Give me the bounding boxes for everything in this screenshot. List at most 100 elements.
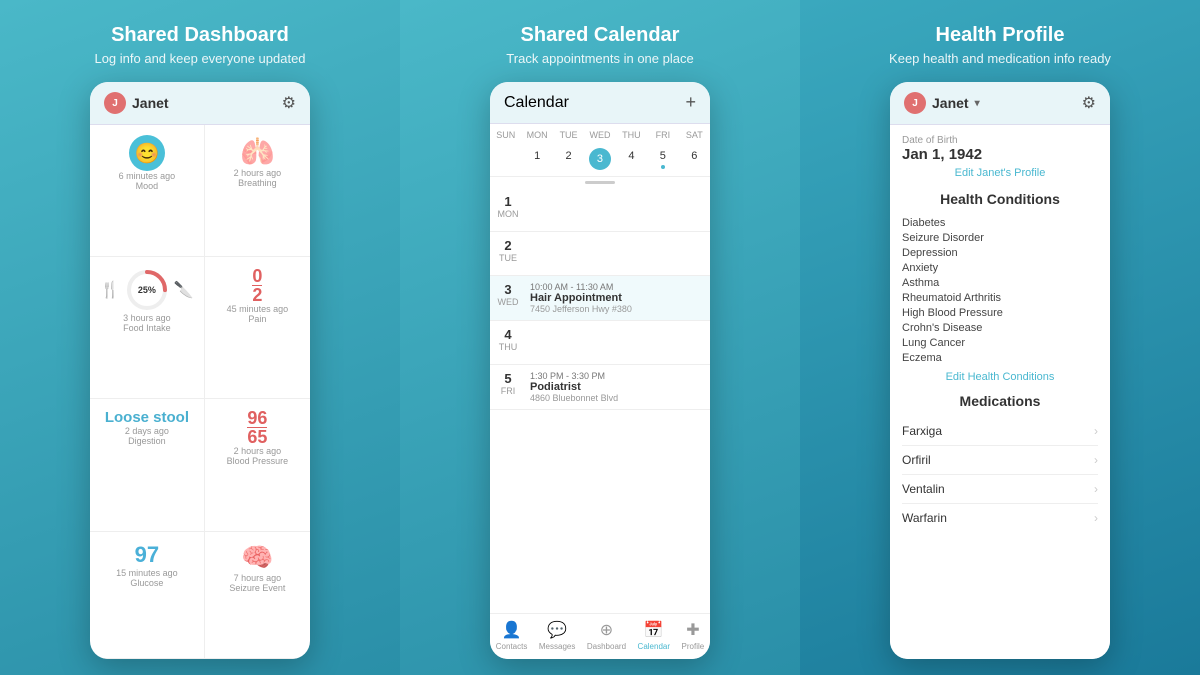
pain-time: 45 minutes ago <box>227 304 289 314</box>
calendar-body: 1 MON 2 TUE 3 WED 10:00 AM - 11:30 AM <box>490 188 710 613</box>
panel3-title: Health Profile <box>936 24 1065 47</box>
condition-diabetes: Diabetes <box>902 215 1098 230</box>
med-warfarin-name: Warfarin <box>902 511 947 525</box>
cal-row-3[interactable]: 3 WED 10:00 AM - 11:30 AM Hair Appointme… <box>490 276 710 321</box>
mood-cell[interactable]: 😊 6 minutes ago Mood <box>90 125 205 257</box>
nav-profile[interactable]: ✚ Profile <box>682 620 705 651</box>
seizure-icon: 🧠 <box>241 542 273 573</box>
panel3-subtitle: Keep health and medication info ready <box>889 51 1111 66</box>
cal-date-1[interactable]: 1 <box>521 148 552 170</box>
dashboard-header: J Janet ⚙ <box>90 82 310 125</box>
condition-eczema: Eczema <box>902 350 1098 365</box>
calendar-weekdays: SUN MON TUE WED THU FRI SAT <box>490 124 710 146</box>
username: Janet <box>132 95 169 111</box>
cal-day-weekday-4: THU <box>494 342 522 352</box>
event-2-title: Podiatrist <box>530 381 706 393</box>
health-username: Janet <box>932 95 969 111</box>
nav-profile-label: Profile <box>682 642 705 651</box>
cal-date-6[interactable]: 6 <box>679 148 710 170</box>
med-ventalin[interactable]: Ventalin › <box>902 475 1098 504</box>
nav-dashboard[interactable]: ⊕ Dashboard <box>587 620 626 651</box>
health-profile-body: Date of Birth Jan 1, 1942 Edit Janet's P… <box>890 125 1110 659</box>
mood-icon: 😊 <box>129 135 165 171</box>
nav-calendar[interactable]: 📅 Calendar <box>638 620 670 651</box>
cal-date-4[interactable]: 4 <box>616 148 647 170</box>
bp-value: 96 65 <box>247 409 267 446</box>
add-event-button[interactable]: + <box>685 92 696 113</box>
panel1-title: Shared Dashboard <box>111 24 289 47</box>
digestion-time: 2 days ago <box>125 426 169 436</box>
panel2-title: Shared Calendar <box>521 24 680 47</box>
weekday-tue: TUE <box>553 128 584 142</box>
cal-row-2-content <box>526 232 710 275</box>
food-row: 🍴 25% 🔪 <box>100 267 194 313</box>
mood-label: Mood <box>136 181 159 191</box>
food-time: 3 hours ago <box>123 313 171 323</box>
profile-icon: ✚ <box>686 620 699 640</box>
med-warfarin[interactable]: Warfarin › <box>902 504 1098 532</box>
glucose-cell[interactable]: 97 15 minutes ago Glucose <box>90 532 205 659</box>
cal-row-5[interactable]: 5 FRI 1:30 PM - 3:30 PM Podiatrist 4860 … <box>490 365 710 410</box>
bp-cell[interactable]: 96 65 2 hours ago Blood Pressure <box>205 399 310 532</box>
cal-date-3[interactable]: 3 <box>589 148 611 170</box>
cal-row-1: 1 MON <box>490 188 710 232</box>
pain-numerator: 0 <box>252 267 262 286</box>
cal-date-2[interactable]: 2 <box>553 148 584 170</box>
condition-depression: Depression <box>902 245 1098 260</box>
edit-profile-link[interactable]: Edit Janet's Profile <box>902 167 1098 179</box>
food-cell[interactable]: 🍴 25% 🔪 3 hours ago Food Intake <box>90 257 205 399</box>
cal-date-5[interactable]: 5 <box>647 148 678 170</box>
seizure-cell[interactable]: 🧠 7 hours ago Seizure Event <box>205 532 310 659</box>
conditions-title: Health Conditions <box>902 191 1098 207</box>
bp-diastolic: 65 <box>247 428 267 446</box>
condition-hbp: High Blood Pressure <box>902 305 1098 320</box>
event-1-title: Hair Appointment <box>530 292 706 304</box>
event-2-time: 1:30 PM - 3:30 PM <box>530 371 706 381</box>
med-orfiril-name: Orfiril <box>902 453 931 467</box>
breathing-label: Breathing <box>238 178 277 188</box>
weekday-sat: SAT <box>679 128 710 142</box>
cal-day-num-2: 2 <box>494 238 522 253</box>
health-gear-icon[interactable]: ⚙ <box>1082 93 1096 113</box>
contacts-icon: 👤 <box>502 620 522 640</box>
health-avatar: J <box>904 92 926 114</box>
medications-title: Medications <box>902 393 1098 409</box>
dashboard-grid: 😊 6 minutes ago Mood 🫁 2 hours ago Breat… <box>90 125 310 659</box>
dashboard-header-title: J Janet <box>104 92 169 114</box>
farxiga-chevron: › <box>1094 424 1098 438</box>
cal-day-weekday-3: WED <box>494 297 522 307</box>
nav-messages-label: Messages <box>539 642 575 651</box>
fork-icon: 🍴 <box>100 280 120 300</box>
pain-cell[interactable]: 0 2 45 minutes ago Pain <box>205 257 310 399</box>
event-2-location: 4860 Bluebonnet Blvd <box>530 393 706 403</box>
warfarin-chevron: › <box>1094 511 1098 525</box>
health-profile-panel: Health Profile Keep health and medicatio… <box>800 0 1200 675</box>
conditions-list: Diabetes Seizure Disorder Depression Anx… <box>902 215 1098 365</box>
med-farxiga[interactable]: Farxiga › <box>902 417 1098 446</box>
glucose-value: 97 <box>135 542 159 568</box>
edit-conditions-link[interactable]: Edit Health Conditions <box>902 371 1098 383</box>
pain-label: Pain <box>248 314 266 324</box>
dob-value: Jan 1, 1942 <box>902 146 1098 163</box>
seizure-time: 7 hours ago <box>234 573 282 583</box>
panel2-subtitle: Track appointments in one place <box>506 51 693 66</box>
glucose-label: Glucose <box>130 578 163 588</box>
nav-dashboard-label: Dashboard <box>587 642 626 651</box>
nav-calendar-label: Calendar <box>638 642 670 651</box>
cal-row-4: 4 THU <box>490 321 710 365</box>
messages-icon: 💬 <box>547 620 567 640</box>
knife-icon: 🔪 <box>174 280 194 300</box>
digestion-cell[interactable]: Loose stool 2 days ago Digestion <box>90 399 205 532</box>
digestion-value: Loose stool <box>105 409 189 426</box>
med-orfiril[interactable]: Orfiril › <box>902 446 1098 475</box>
gear-icon[interactable]: ⚙ <box>282 93 296 113</box>
cal-day-num-3: 3 <box>494 282 522 297</box>
cal-day-weekday-1: MON <box>494 209 522 219</box>
nav-messages[interactable]: 💬 Messages <box>539 620 575 651</box>
health-header: J Janet ▾ ⚙ <box>890 82 1110 125</box>
seizure-label: Seizure Event <box>229 583 285 593</box>
orfiril-chevron: › <box>1094 453 1098 467</box>
nav-contacts[interactable]: 👤 Contacts <box>496 620 528 651</box>
food-progress: 25% <box>124 267 170 313</box>
breathing-cell[interactable]: 🫁 2 hours ago Breathing <box>205 125 310 257</box>
